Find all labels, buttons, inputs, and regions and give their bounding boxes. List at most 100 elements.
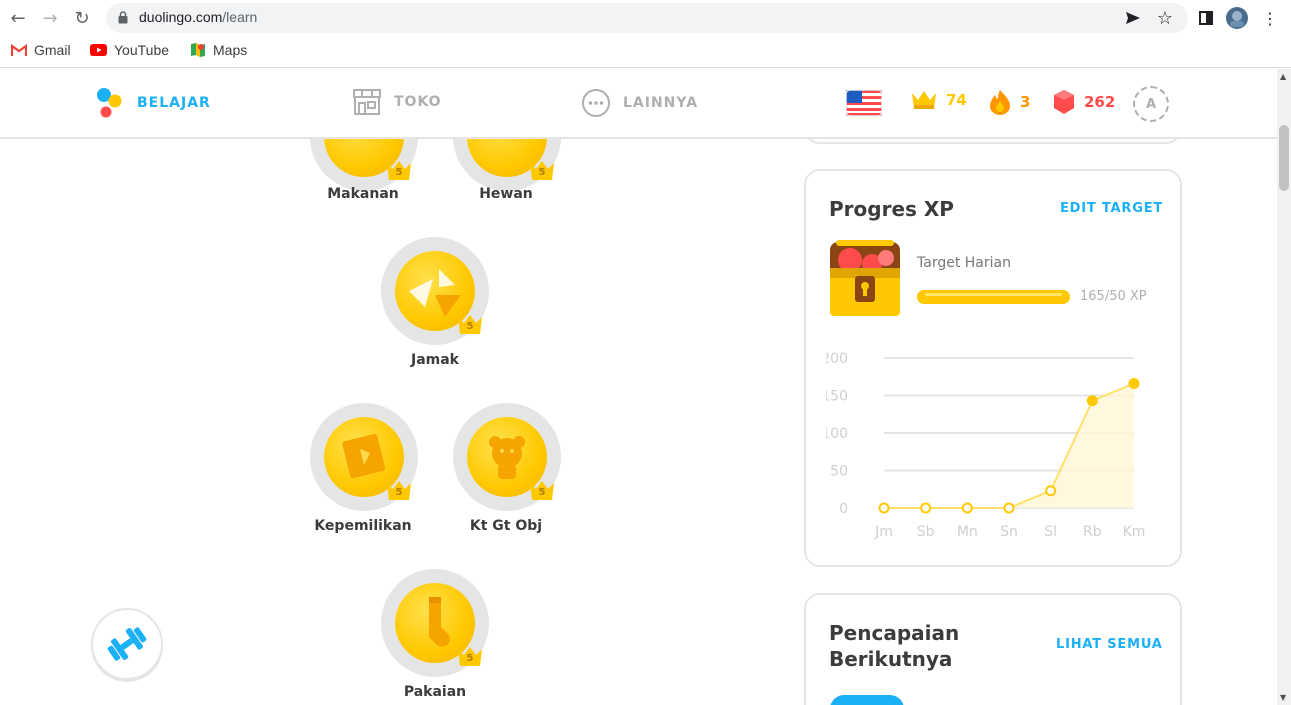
daily-goal-label: Target Harian — [917, 255, 1011, 271]
xp-progress-card: Progres XP EDIT TARGET Target Harian 165… — [804, 169, 1182, 567]
bookmark-gmail-label: Gmail — [34, 42, 71, 58]
chart-point — [961, 502, 973, 514]
back-icon[interactable]: ← — [6, 6, 30, 30]
daily-goal-progress-bar — [917, 290, 1070, 304]
y-tick-label: 150 — [826, 389, 848, 405]
bookmark-star-icon[interactable]: ☆ — [1154, 7, 1176, 29]
skill-level: 5 — [466, 653, 474, 664]
skill-level: 5 — [395, 167, 403, 178]
nav-more[interactable]: LAINNYA — [581, 88, 698, 118]
see-all-link[interactable]: LIHAT SEMUA — [1056, 637, 1163, 652]
more-dots-icon — [582, 89, 610, 117]
practice-button[interactable] — [91, 608, 163, 680]
x-tick-label: Jm — [874, 524, 893, 540]
skill-pakaian[interactable]: 5 — [381, 569, 489, 677]
side-panel-icon[interactable] — [1194, 6, 1218, 30]
achievements-title: Pencapaian Berikutnya — [829, 620, 959, 672]
achievement-badge — [830, 695, 904, 705]
maps-icon — [191, 43, 205, 57]
skill-level: 5 — [538, 487, 546, 498]
crown-icon — [912, 91, 936, 109]
chart-point — [1045, 485, 1057, 497]
menu-kebab-icon[interactable]: ⋮ — [1258, 6, 1282, 30]
edit-target-link[interactable]: EDIT TARGET — [1060, 201, 1163, 216]
gem-icon — [1054, 90, 1074, 114]
skill-label-kepemilikan: Kepemilikan — [314, 518, 412, 534]
xp-chart: 0 50 100 150 200 Jm Sb Mn Sn Sl Rb Km — [826, 351, 1146, 540]
skill-label-pakaian: Pakaian — [403, 684, 467, 700]
fire-icon — [990, 90, 1010, 115]
shop-icon — [353, 89, 381, 115]
youtube-icon — [90, 44, 107, 56]
crowns-count: 74 — [946, 91, 967, 109]
y-tick-label: 100 — [826, 426, 848, 442]
chart-point — [920, 502, 932, 514]
send-icon[interactable] — [1122, 7, 1144, 29]
achievements-title-line2: Berikutnya — [829, 647, 953, 671]
streak-counter[interactable]: 3 — [988, 89, 1030, 115]
gmail-icon — [11, 44, 27, 56]
skill-kt-gt-obj[interactable]: 5 — [453, 403, 561, 511]
skill-label-kt-gt-obj: Kt Gt Obj — [469, 518, 543, 534]
top-nav: BELAJAR TOKO LAINNYA 74 3 262 A — [0, 69, 1277, 139]
browser-toolbar: ← → ↻ duolingo.com/learn ☆ ⋮ — [0, 0, 1291, 36]
duolingo-page: BELAJAR TOKO LAINNYA 74 3 262 A 5 5 Maka… — [0, 69, 1277, 705]
crowns-counter[interactable]: 74 — [910, 89, 967, 111]
x-tick-label: Sn — [1000, 524, 1018, 540]
gems-counter[interactable]: 262 — [1052, 89, 1115, 115]
nav-shop[interactable]: TOKO — [352, 88, 442, 116]
streak-count: 3 — [1020, 93, 1031, 111]
forward-icon[interactable]: → — [38, 6, 62, 30]
xp-card-title: Progres XP — [829, 197, 954, 221]
x-tick-label: Rb — [1083, 524, 1102, 540]
learn-icon — [97, 88, 122, 118]
bookmarks-bar: Gmail YouTube Maps — [0, 36, 1291, 68]
url-path: /learn — [222, 9, 258, 25]
x-tick-label: Sl — [1044, 524, 1057, 540]
skill-label-makanan: Makanan — [327, 186, 399, 202]
bookmark-maps-label: Maps — [213, 42, 248, 58]
skill-level: 5 — [538, 167, 546, 178]
nav-learn[interactable]: BELAJAR — [95, 87, 211, 119]
y-tick-label: 200 — [826, 351, 848, 367]
scroll-down-icon[interactable]: ▼ — [1280, 693, 1286, 702]
achievements-title-line1: Pencapaian — [829, 621, 960, 645]
bookmark-maps[interactable]: Maps — [190, 42, 247, 58]
gems-count: 262 — [1084, 93, 1116, 111]
scroll-thumb[interactable] — [1279, 125, 1289, 191]
dumbbell-icon — [107, 627, 147, 661]
skill-jamak[interactable]: 5 — [381, 237, 489, 345]
bookmark-gmail[interactable]: Gmail — [11, 42, 71, 58]
daily-goal-progress-text: 165/50 XP — [1080, 289, 1147, 304]
skill-level: 5 — [395, 487, 403, 498]
profile-avatar[interactable]: A — [1133, 86, 1169, 122]
url-host: duolingo.com — [139, 9, 223, 25]
chart-point — [1003, 502, 1015, 514]
avatar-letter: A — [1133, 86, 1169, 122]
y-tick-label: 0 — [839, 501, 848, 517]
skill-kepemilikan[interactable]: 5 — [310, 403, 418, 511]
url-text: duolingo.com/learn — [139, 9, 257, 25]
scroll-up-icon[interactable]: ▲ — [1280, 72, 1286, 81]
x-tick-label: Sb — [917, 524, 935, 540]
nav-more-label: LAINNYA — [623, 95, 699, 111]
chart-point — [1128, 378, 1140, 389]
y-tick-label: 50 — [830, 464, 848, 480]
chart-point — [878, 502, 890, 514]
bookmark-youtube[interactable]: YouTube — [90, 42, 169, 58]
lock-icon — [118, 11, 128, 24]
language-flag[interactable] — [846, 90, 882, 116]
page-scrollbar[interactable]: ▲ ▼ — [1277, 69, 1291, 705]
achievements-card: Pencapaian Berikutnya LIHAT SEMUA — [804, 593, 1182, 705]
profile-avatar-icon[interactable] — [1225, 6, 1249, 30]
x-tick-label: Km — [1123, 524, 1146, 540]
nav-learn-label: BELAJAR — [137, 95, 211, 111]
us-flag-icon — [846, 90, 882, 116]
treasure-chest-icon — [830, 240, 900, 316]
bookmark-youtube-label: YouTube — [114, 42, 170, 58]
skill-label-hewan: Hewan — [479, 186, 533, 202]
reload-icon[interactable]: ↻ — [70, 6, 94, 30]
chart-point — [1086, 395, 1098, 407]
address-bar[interactable]: duolingo.com/learn ☆ — [106, 3, 1188, 33]
skill-level: 5 — [466, 321, 474, 332]
